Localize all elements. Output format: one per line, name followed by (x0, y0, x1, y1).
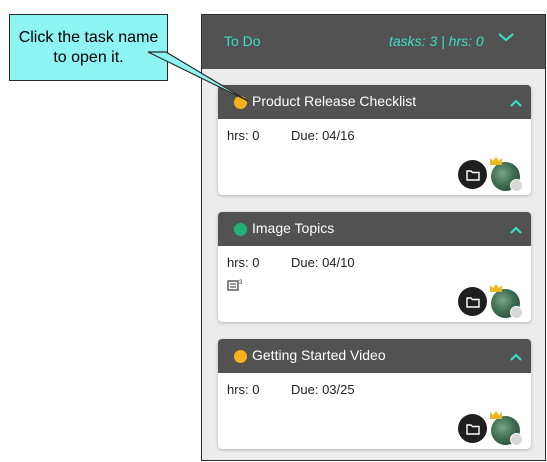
assignee-avatar[interactable] (490, 284, 523, 319)
status-dot (234, 350, 247, 363)
crown-icon (490, 284, 502, 292)
crown-icon (490, 411, 502, 419)
chevron-up-icon[interactable] (509, 224, 523, 236)
folder-button[interactable] (458, 287, 487, 316)
assignee-avatar[interactable] (490, 411, 523, 446)
crown-icon (490, 157, 502, 165)
folder-button[interactable] (458, 414, 487, 443)
todo-column: To Do tasks: 3 | hrs: 0 Product Release … (201, 14, 546, 461)
callout-line-1: Click the task name (18, 28, 159, 46)
task-card-body: hrs: 0 Due: 04/10 3 (218, 246, 531, 322)
column-header: To Do tasks: 3 | hrs: 0 (202, 15, 545, 69)
chevron-up-icon[interactable] (509, 351, 523, 363)
presence-indicator (510, 179, 523, 192)
task-hours: hrs: 0 (227, 382, 260, 397)
task-name-link[interactable]: Product Release Checklist (252, 93, 416, 109)
task-card-header: Image Topics (218, 212, 531, 246)
task-card: Product Release Checklist hrs: 0 Due: 04… (218, 85, 531, 195)
task-hours: hrs: 0 (227, 255, 260, 270)
task-card-body: hrs: 0 Due: 03/25 (218, 373, 531, 449)
chevron-up-icon[interactable] (509, 97, 523, 109)
presence-indicator (510, 433, 523, 446)
status-dot (234, 223, 247, 236)
task-name-link[interactable]: Image Topics (252, 220, 334, 236)
assignee-avatar[interactable] (490, 157, 523, 192)
task-card-header: Getting Started Video (218, 339, 531, 373)
task-due-date: Due: 04/16 (291, 128, 355, 143)
task-card-header: Product Release Checklist (218, 85, 531, 119)
task-card: Image Topics hrs: 0 Due: 04/10 3 (218, 212, 531, 322)
column-title: To Do (224, 33, 261, 49)
task-card-body: hrs: 0 Due: 04/16 (218, 119, 531, 195)
task-card: Getting Started Video hrs: 0 Due: 03/25 (218, 339, 531, 449)
column-stats: tasks: 3 | hrs: 0 (389, 33, 484, 49)
instruction-callout: Click the task name to open it. (9, 14, 168, 81)
presence-indicator (510, 306, 523, 319)
notes-icon[interactable]: 3 (227, 278, 245, 292)
folder-icon (465, 423, 480, 435)
callout-line-2: to open it. (53, 48, 124, 66)
folder-icon (465, 169, 480, 181)
chevron-down-icon[interactable] (496, 29, 516, 45)
task-name-link[interactable]: Getting Started Video (252, 347, 386, 363)
task-hours: hrs: 0 (227, 128, 260, 143)
notes-count: 3 (239, 280, 243, 286)
task-due-date: Due: 03/25 (291, 382, 355, 397)
folder-icon (465, 296, 480, 308)
task-due-date: Due: 04/10 (291, 255, 355, 270)
folder-button[interactable] (458, 160, 487, 189)
status-dot (234, 96, 247, 109)
